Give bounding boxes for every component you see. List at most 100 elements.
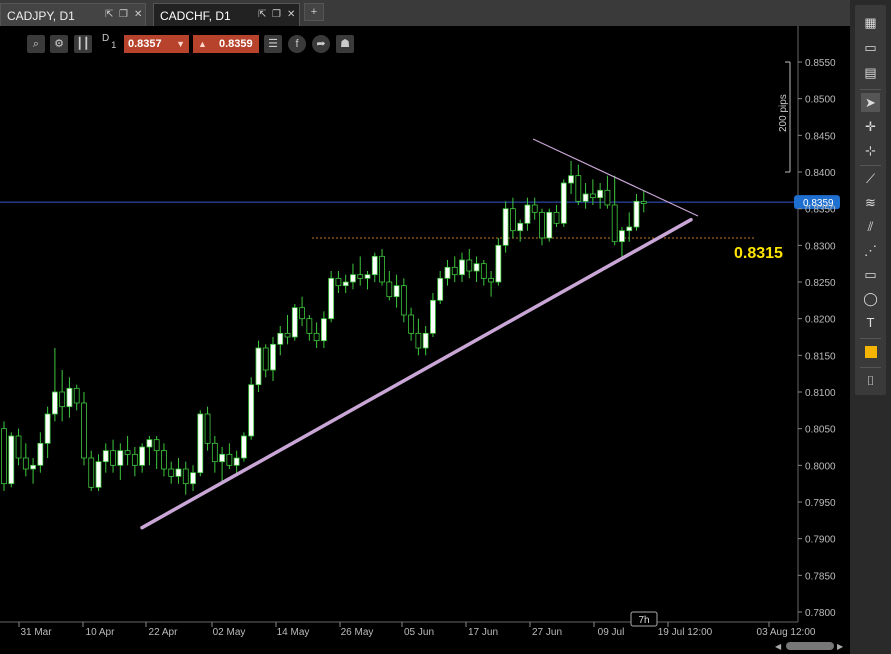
- pitchfork-icon[interactable]: ⫽: [861, 217, 880, 236]
- candle-body: [546, 211, 553, 239]
- candle-body: [37, 442, 44, 466]
- divider: [860, 367, 881, 368]
- close-icon[interactable]: ✕: [287, 9, 295, 20]
- price-tick-label: 0.8500: [805, 95, 836, 106]
- candle-type-icon[interactable]: ┃┃: [74, 35, 92, 53]
- tab-cadchf[interactable]: CADCHF, D1 ⇱ ❐ ✕: [153, 3, 300, 26]
- timeframe-label[interactable]: D1: [102, 33, 116, 50]
- candle-body: [459, 259, 465, 276]
- tab-cadjpy[interactable]: CADJPY, D1 ⇱ ❐ ✕: [0, 3, 146, 26]
- candle-body: [168, 468, 175, 477]
- close-icon[interactable]: ✕: [134, 9, 142, 20]
- fib-extension-icon[interactable]: ⋰: [861, 241, 880, 260]
- popout-icon[interactable]: ⇱: [105, 9, 113, 20]
- candle-body: [357, 274, 364, 279]
- candle-body: [161, 450, 167, 470]
- candle-body: [175, 468, 182, 477]
- cursor-icon[interactable]: ➤: [861, 93, 880, 112]
- candle-body: [226, 453, 233, 466]
- candle-body: [633, 200, 640, 228]
- cross-plus-icon[interactable]: ⊹: [861, 141, 880, 160]
- price-tick-label: 0.8200: [805, 315, 836, 326]
- facebook-icon[interactable]: f: [288, 35, 306, 53]
- scroll-left-icon[interactable]: ◀: [775, 642, 781, 651]
- time-tick-label: 22 Apr: [149, 627, 179, 638]
- circle-icon[interactable]: ◯: [861, 289, 880, 308]
- candle-body: [88, 457, 95, 488]
- candle-body: [524, 204, 531, 224]
- time-tick-label: 02 May: [213, 627, 246, 638]
- candle-body: [299, 307, 305, 320]
- layout-grid-icon[interactable]: ▦: [861, 13, 880, 32]
- popout-icon[interactable]: ⇱: [258, 9, 266, 20]
- sell-button[interactable]: 0.8357 ▼: [124, 35, 189, 53]
- candle-body: [153, 439, 160, 452]
- share-icon[interactable]: ➦: [312, 35, 330, 53]
- ruler-label: 200 pips: [778, 94, 789, 132]
- fibonacci-icon[interactable]: ≋: [861, 193, 880, 212]
- price-tick-label: 0.7900: [805, 535, 836, 546]
- split-window-icon[interactable]: ▤: [861, 63, 880, 82]
- color-swatch-icon[interactable]: [861, 343, 880, 362]
- candle-body: [15, 435, 22, 459]
- add-tab-button[interactable]: +: [304, 3, 324, 21]
- candle-body: [342, 281, 349, 287]
- candle-body: [131, 453, 138, 466]
- candle-body: [139, 446, 146, 466]
- candle-body: [589, 193, 596, 199]
- candle-body: [473, 263, 480, 272]
- resistance-trendline: [532, 138, 699, 217]
- candle-body: [255, 347, 262, 386]
- tab-bar: CADJPY, D1 ⇱ ❐ ✕ CADCHF, D1 ⇱ ❐ ✕ +: [0, 0, 850, 26]
- time-tick-label: 10 Apr: [86, 627, 116, 638]
- candle-body: [335, 277, 342, 287]
- candle-body: [611, 204, 618, 243]
- price-tick-label: 0.8550: [805, 58, 836, 69]
- candle-body: [110, 450, 116, 466]
- list-icon[interactable]: ☰: [264, 35, 282, 53]
- price-tick-label: 0.8400: [805, 168, 836, 179]
- candle-body: [415, 332, 422, 349]
- candle-body: [560, 182, 567, 224]
- candle-body: [509, 208, 516, 232]
- tab-label: CADJPY, D1: [7, 9, 75, 23]
- trendline-icon[interactable]: ⟋: [861, 169, 880, 188]
- candle-body: [626, 226, 633, 232]
- candle-body: [124, 450, 131, 455]
- candlestick-chart[interactable]: 0.8315 200 pips 0.8550 0.8500 0.8450 0.8400 0.…: [0, 26, 850, 654]
- candle-body: [51, 391, 58, 415]
- text-icon[interactable]: T: [861, 313, 880, 332]
- candle-body: [422, 332, 429, 349]
- restore-icon[interactable]: ❐: [119, 9, 128, 20]
- scroll-right-icon[interactable]: ▶: [837, 642, 843, 651]
- zoom-icon[interactable]: ⌕: [27, 35, 45, 53]
- single-window-icon[interactable]: ▭: [861, 38, 880, 57]
- time-tick-label: 14 May: [277, 627, 310, 638]
- buy-button[interactable]: ▲ 0.8359: [193, 35, 259, 53]
- price-tick-label: 0.8450: [805, 131, 836, 142]
- horizontal-scrollbar[interactable]: [786, 642, 834, 650]
- candle-body: [233, 457, 240, 466]
- rectangle-icon[interactable]: ▭: [861, 265, 880, 284]
- candle-body: [306, 318, 313, 334]
- restore-icon[interactable]: ❐: [272, 9, 281, 20]
- candle-body: [313, 332, 320, 342]
- candle-body: [182, 468, 189, 485]
- drawing-sidebar: ▦ ▭ ▤ ➤ ✛ ⊹ ⟋ ≋ ⫽ ⋰ ▭ ◯ T ⌷: [855, 5, 886, 395]
- person-icon[interactable]: ☗: [336, 35, 354, 53]
- candle-body: [640, 200, 647, 204]
- buy-price: 0.8359: [219, 38, 253, 50]
- crosshair-icon[interactable]: ✛: [861, 117, 880, 136]
- candle-body: [386, 281, 393, 298]
- candle-body: [8, 435, 15, 485]
- candle-body: [59, 391, 66, 408]
- camera-icon[interactable]: ⌷: [861, 371, 880, 390]
- candle-body: [466, 259, 473, 272]
- candle-body: [575, 175, 582, 202]
- price-tick-label: 0.8000: [805, 461, 836, 472]
- settings-icon[interactable]: ⚙: [50, 35, 68, 53]
- price-tick-label: 0.7800: [805, 608, 836, 619]
- candle-body: [44, 413, 51, 444]
- candle-body: [277, 332, 284, 345]
- chart-area[interactable]: 0.8315 200 pips 0.8550 0.8500 0.8450 0.8400 0.…: [0, 26, 850, 654]
